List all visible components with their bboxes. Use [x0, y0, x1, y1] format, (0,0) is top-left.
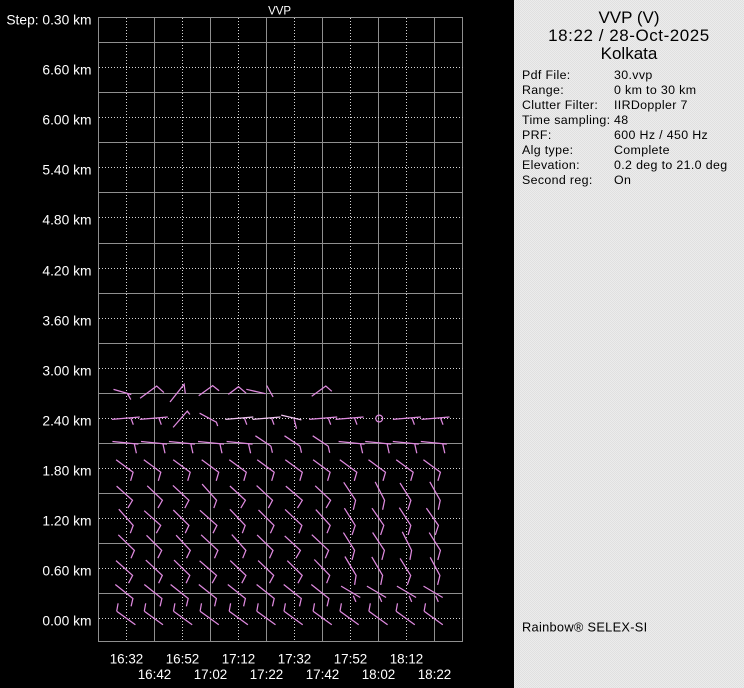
svg-text:17:52: 17:52 [334, 652, 368, 667]
svg-text:18:02: 18:02 [362, 667, 396, 682]
svg-text:3.60 km: 3.60 km [42, 313, 91, 328]
svg-text:Step: 0.30 km: Step: 0.30 km [6, 12, 91, 27]
svg-text:5.40 km: 5.40 km [42, 162, 91, 177]
svg-text:4.80 km: 4.80 km [42, 212, 91, 227]
svg-text:2.40 km: 2.40 km [42, 413, 91, 428]
svg-text:3.00 km: 3.00 km [42, 363, 91, 378]
svg-text:4.20 km: 4.20 km [42, 263, 91, 278]
svg-text:17:22: 17:22 [250, 667, 284, 682]
svg-text:16:52: 16:52 [166, 652, 200, 667]
svg-text:16:42: 16:42 [138, 667, 172, 682]
svg-text:VVP: VVP [268, 6, 291, 18]
svg-text:0.60 km: 0.60 km [42, 563, 91, 578]
svg-text:18:22: 18:22 [418, 667, 452, 682]
svg-text:0.00 km: 0.00 km [42, 613, 91, 628]
svg-text:1.20 km: 1.20 km [42, 513, 91, 528]
svg-text:17:42: 17:42 [306, 667, 340, 682]
svg-text:17:12: 17:12 [222, 652, 256, 667]
svg-text:1.80 km: 1.80 km [42, 463, 91, 478]
svg-text:17:32: 17:32 [278, 652, 312, 667]
svg-text:6.60 km: 6.60 km [42, 62, 91, 77]
svg-text:17:02: 17:02 [194, 667, 228, 682]
svg-text:16:32: 16:32 [110, 652, 144, 667]
svg-text:18:12: 18:12 [390, 652, 424, 667]
svg-text:6.00 km: 6.00 km [42, 112, 91, 127]
